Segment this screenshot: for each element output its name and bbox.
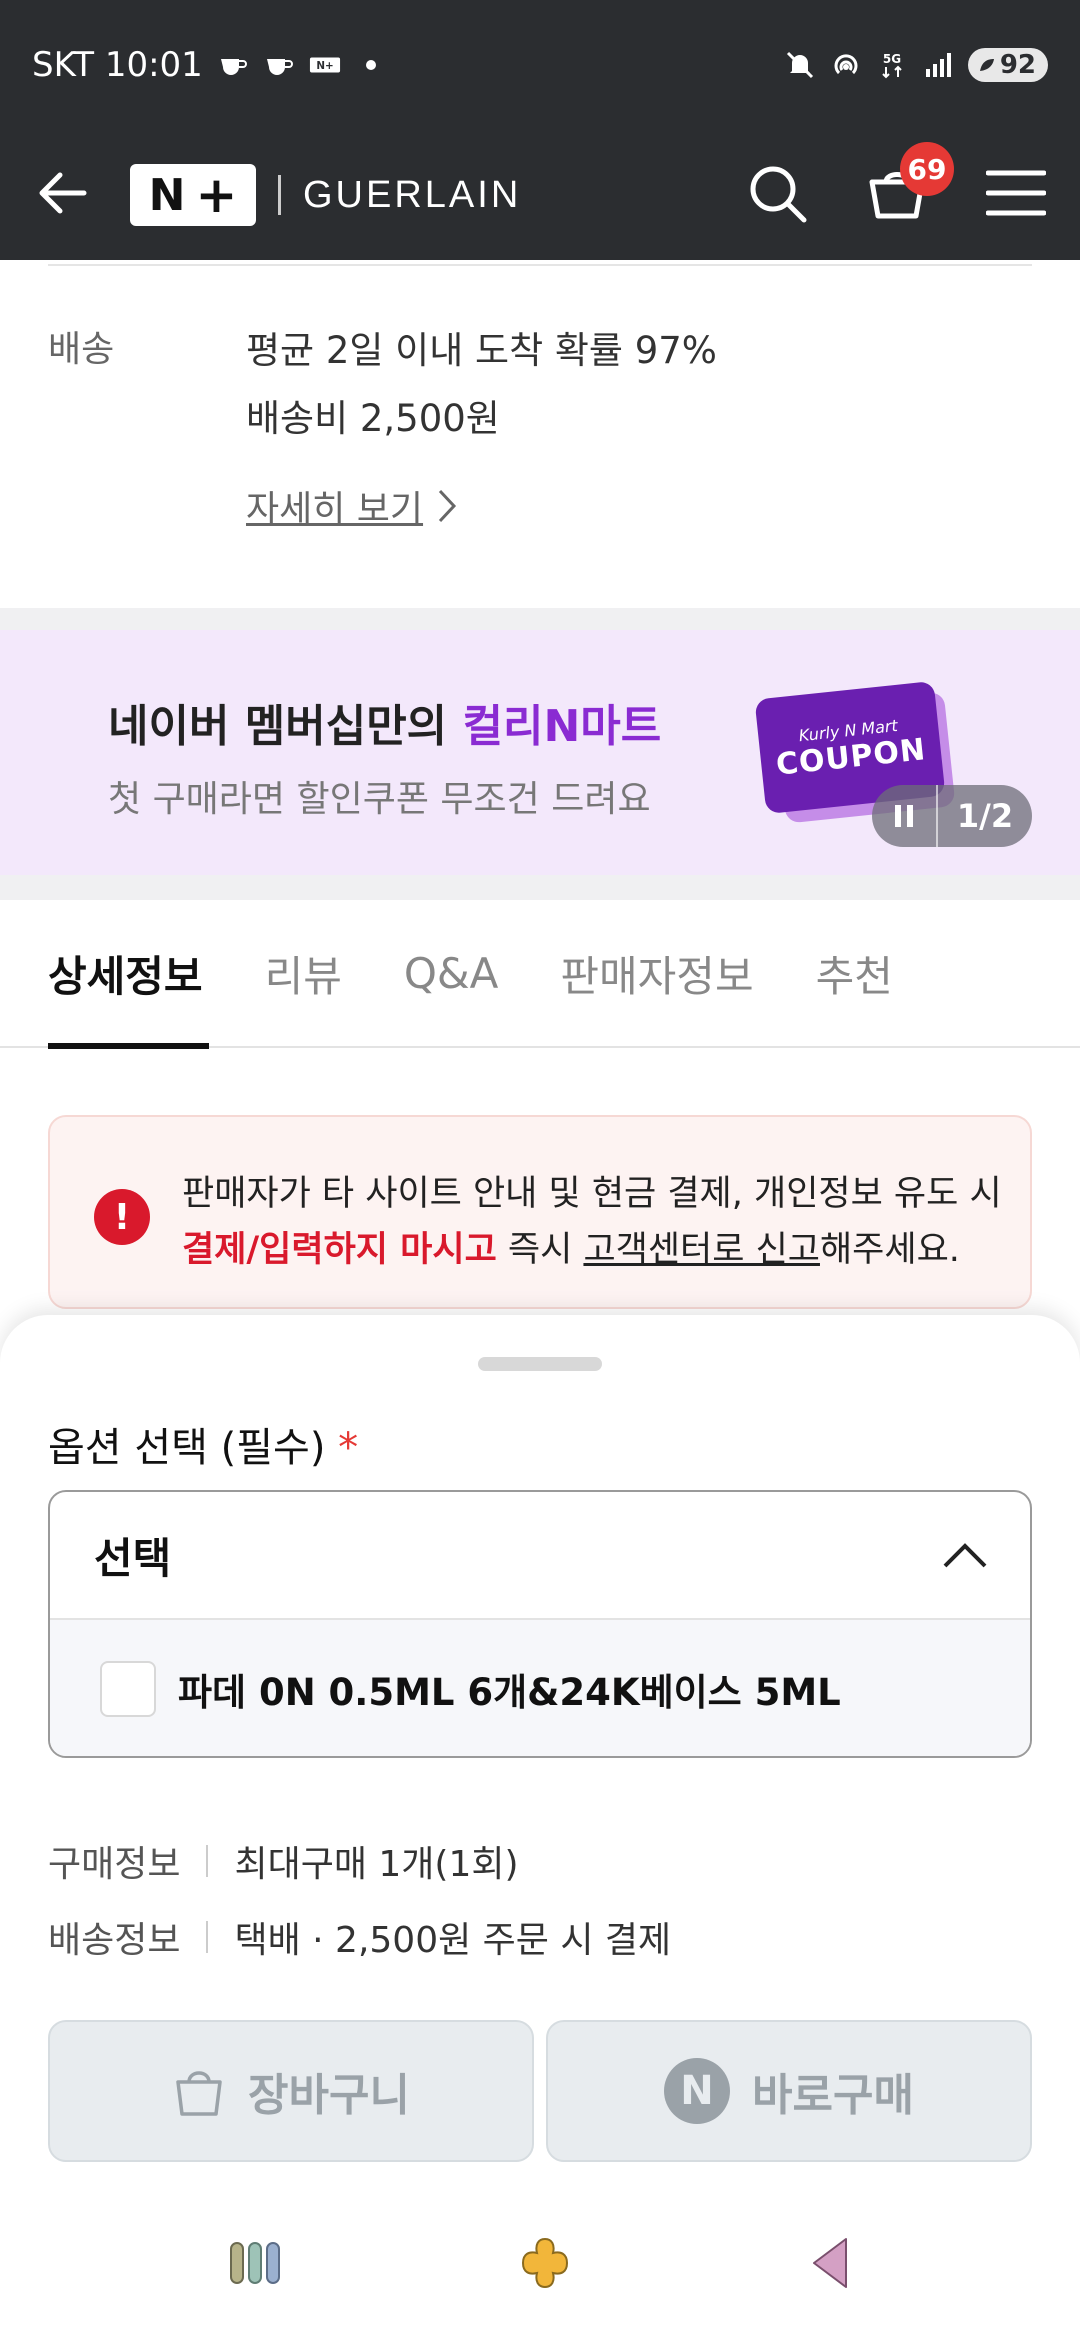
coupon-label: COUPON — [774, 731, 928, 783]
hotspot-icon — [830, 49, 862, 81]
delivery-label: 배송 — [48, 329, 115, 370]
exclamation-icon: ! — [94, 1189, 150, 1245]
banner-title-accent: 컬리N마트 — [462, 701, 662, 752]
warning-mid-text: 즉시 — [496, 1230, 584, 1270]
chevron-right-icon — [438, 489, 457, 523]
warning-line2: 결제/입력하지 마시고 즉시 고객센터로 신고해주세요. — [182, 1221, 960, 1272]
top-header: N + GUERLAIN 69 — [0, 130, 1080, 260]
battery-icon: 92 — [967, 48, 1048, 82]
purchase-info-row: 구매정보 최대구매 1개(1회) — [48, 1835, 519, 1887]
info-separator — [206, 1845, 209, 1877]
chevron-up-icon — [943, 1543, 987, 1568]
signal-icon — [922, 49, 954, 81]
purchase-info-key: 구매정보 — [48, 1844, 181, 1885]
shipping-info-key: 배송정보 — [48, 1920, 181, 1961]
info-separator — [206, 1921, 209, 1953]
header-actions: 69 — [746, 142, 1047, 228]
pause-icon[interactable] — [872, 785, 938, 847]
required-mark: * — [338, 1425, 359, 1471]
naver-plus-logo[interactable]: N + — [130, 164, 256, 226]
back-icon[interactable] — [808, 2235, 852, 2295]
select-label: 선택 — [94, 1533, 172, 1583]
buy-now-button[interactable]: N 바로구매 — [546, 2020, 1032, 2162]
pager-count: 1/2 — [956, 797, 1014, 835]
divider — [48, 264, 1032, 266]
naver-pay-icon: N — [664, 2058, 731, 2124]
sheet-drag-handle[interactable] — [478, 1357, 602, 1371]
buy-now-label: 바로구매 — [752, 2070, 914, 2121]
logo-n: N — [148, 169, 186, 221]
option-select[interactable]: 선택 파데 0N 0.5ML 6개&24K베이스 5ML — [48, 1490, 1032, 1758]
shipping-info-value: 택배 · 2,500원 주문 시 결제 — [234, 1920, 672, 1961]
tab-seller-info[interactable]: 판매자정보 — [560, 899, 753, 1047]
fraud-warning-box: ! 판매자가 타 사이트 안내 및 현금 결제, 개인정보 유도 시 결제/입력… — [48, 1115, 1032, 1309]
logo-separator — [278, 175, 281, 215]
5g-icon: 5G — [876, 49, 908, 81]
cart-count-badge: 69 — [900, 142, 954, 196]
banner-subtitle: 첫 구매라면 할인쿠폰 무조건 드려요 — [108, 779, 651, 820]
cart-button[interactable]: 69 — [866, 142, 954, 228]
option-title-text: 옵션 선택 (필수) — [48, 1425, 326, 1471]
banner-title-prefix: 네이버 멤버십만의 — [108, 701, 463, 752]
customer-center-link[interactable]: 고객센터로 신고 — [583, 1230, 820, 1270]
option-item[interactable]: 파데 0N 0.5ML 6개&24K베이스 5ML — [50, 1620, 1030, 1756]
delivery-more-link[interactable]: 자세히 보기 — [246, 480, 457, 532]
svg-text:N+: N+ — [316, 60, 333, 72]
option-title: 옵션 선택 (필수) * — [48, 1415, 358, 1473]
warning-red-text: 결제/입력하지 마시고 — [182, 1230, 497, 1270]
dot-icon — [355, 49, 387, 81]
select-header[interactable]: 선택 — [50, 1492, 1030, 1620]
coffee-icon — [217, 49, 249, 81]
delivery-fee: 배송비 2,500원 — [246, 397, 500, 440]
tab-detail[interactable]: 상세정보 — [48, 899, 209, 1049]
brand-name[interactable]: GUERLAIN — [303, 174, 521, 217]
warning-line1: 판매자가 타 사이트 안내 및 현금 결제, 개인정보 유도 시 — [182, 1174, 1002, 1214]
promo-banner[interactable]: 네이버 멤버십만의 컬리N마트 첫 구매라면 할인쿠폰 무조건 드려요 Kurl… — [0, 630, 1080, 875]
search-icon[interactable] — [746, 162, 808, 228]
purchase-info-value: 최대구매 1개(1회) — [234, 1844, 519, 1885]
tab-recommend[interactable]: 추천 — [816, 899, 893, 1047]
naver-plus-icon: N+ — [309, 49, 341, 81]
warning-end-text: 해주세요. — [819, 1230, 960, 1270]
banner-title: 네이버 멤버십만의 컬리N마트 — [108, 690, 661, 754]
carrier-time: SKT 10:01 — [32, 45, 203, 85]
add-to-cart-button[interactable]: 장바구니 — [48, 2020, 534, 2162]
delivery-arrival-rate: 평균 2일 이내 도착 확률 97% — [246, 329, 717, 372]
menu-icon[interactable] — [985, 168, 1047, 222]
back-arrow-icon[interactable] — [34, 165, 90, 225]
coffee-icon — [263, 49, 295, 81]
mute-icon — [784, 49, 816, 81]
home-icon[interactable] — [517, 2235, 573, 2295]
option-checkbox[interactable] — [100, 1661, 156, 1717]
tab-qna[interactable]: Q&A — [404, 899, 499, 1047]
svg-text:5G: 5G — [883, 52, 901, 66]
battery-level: 92 — [999, 50, 1036, 80]
option-bottom-sheet: 옵션 선택 (필수) * 선택 파데 0N 0.5ML 6개&24K베이스 5M… — [0, 1315, 1080, 2340]
product-tabs: 상세정보 리뷰 Q&A 판매자정보 추천 — [0, 899, 1080, 1049]
shopping-bag-icon — [176, 2071, 222, 2116]
status-left: SKT 10:01 N+ — [32, 45, 387, 85]
tab-review[interactable]: 리뷰 — [265, 899, 342, 1047]
logo-plus: + — [195, 166, 238, 224]
recent-apps-icon[interactable] — [228, 2240, 282, 2290]
status-bar: SKT 10:01 N+ 5G 92 — [0, 0, 1080, 130]
option-item-label: 파데 0N 0.5ML 6개&24K베이스 5ML — [178, 1671, 841, 1714]
status-right: 5G 92 — [784, 48, 1048, 82]
system-nav-bar — [0, 2210, 1080, 2320]
add-to-cart-label: 장바구니 — [248, 2070, 410, 2121]
banner-pager: 1/2 — [872, 785, 1032, 847]
delivery-more-label: 자세히 보기 — [246, 489, 424, 530]
shipping-info-row: 배송정보 택배 · 2,500원 주문 시 결제 — [48, 1911, 671, 1963]
